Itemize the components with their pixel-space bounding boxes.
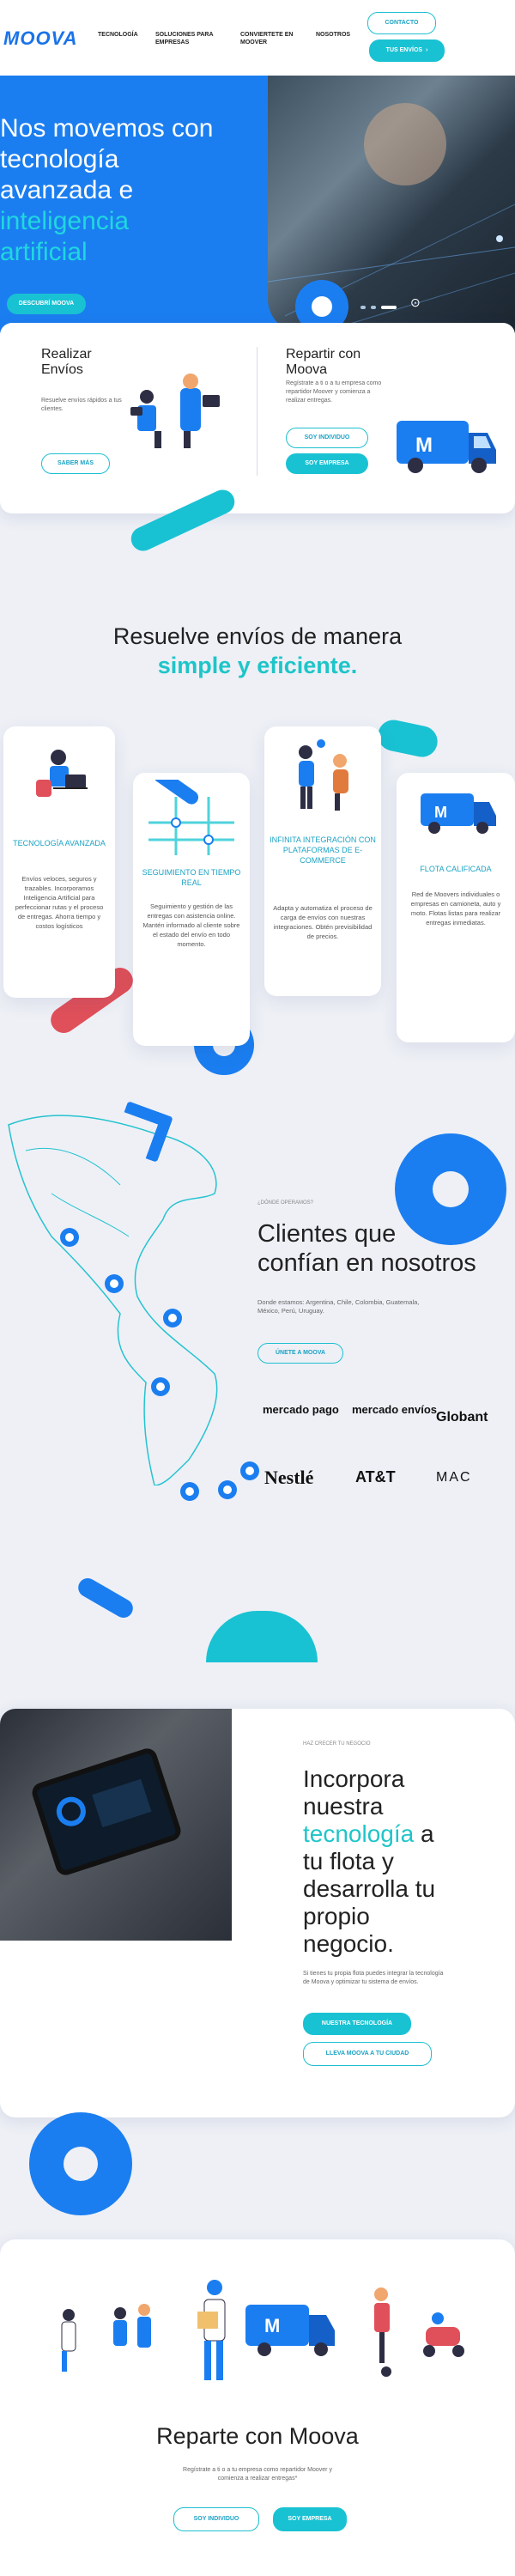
feature-card-seguimiento: SEGUIMIENTO EN TIEMPO REAL Seguimiento y… [133,773,250,1046]
repartir-moova-desc: Regístrate a ti o a tu empresa como repa… [286,380,382,404]
repartir-moova-title: Repartir con Moova [286,347,361,377]
incorpora-title: Incorpora nuestra tecnología a tu flota … [303,1765,436,1957]
clients-kicker: ¿DÓNDE OPERAMOS? [258,1200,314,1206]
feature-card-integracion: INFINITA INTEGRACIÓN CON PLATAFORMAS DE … [264,726,381,996]
tus-envios-label: TUS ENVÍOS [385,47,423,53]
feature-desc: Envíos veloces, seguros y trazables. Inc… [15,875,104,930]
divider [257,347,258,476]
tus-envios-button[interactable]: TUS ENVÍOS › [369,39,445,62]
moova-van-illustration: M [421,793,496,834]
feature-title: TECNOLOGÍA AVANZADA [13,839,106,848]
realizar-envios-title: Realizar Envíos [41,347,92,377]
person-laptop-illustration [36,750,88,797]
incorpora-desc: Si tienes tu propia flota puedes integra… [303,1971,444,1985]
services-card: Realizar Envíos Resuelve envíos rápidos … [0,323,515,513]
map-pin-icon[interactable] [151,1377,170,1396]
map-pin-icon[interactable] [240,1461,259,1480]
clients-desc: Donde estamos: Argentina, Chile, Colombi… [258,1298,420,1315]
feature-title: FLOTA CALIFICADA [420,865,492,873]
reparte-title: Reparte con Moova [156,2423,359,2449]
couriers-illustration: M [61,2280,464,2380]
people-phones-illustration [130,374,220,448]
nav-soluciones[interactable]: SOLUCIONES PARA EMPRESAS [155,31,215,46]
cyan-semicircle-decoration [206,1611,318,1662]
map-pin-icon[interactable] [218,1480,237,1499]
unete-moova-button[interactable]: ÚNETE A MOOVA [258,1343,343,1364]
clients-title: Clientes que confían en nosotros [258,1220,476,1277]
soy-empresa-button[interactable]: SOY EMPRESA [286,453,368,474]
warehouse-tablet-photo [0,1709,232,1941]
soy-individuo-button[interactable]: SOY INDIVIDUO [286,428,368,448]
att-logo: AT&T [355,1468,396,1485]
people-phones-illustration [299,739,348,811]
resuelve-subtitle: simple y eficiente. [157,653,358,678]
mercadoenvios-logo: mercado envíos [352,1403,437,1416]
soy-individuo-button[interactable]: SOY INDIVIDUO [173,2507,259,2531]
map-pin-icon[interactable] [180,1482,199,1501]
incorpora-card: HAZ CRECER TU NEGOCIO Incorpora nuestra … [0,1709,515,2117]
contact-button[interactable]: CONTACTO [367,12,436,34]
reparte-card: M Reparte con Moova Regístrate a ti o a … [0,2239,515,2576]
realizar-envios-desc: Resuelve envíos rápidos a tus clientes. [41,398,122,412]
nav-tecnologia[interactable]: TECNOLOGÍA [98,31,138,39]
feature-desc: Adapta y automatiza el proceso de carga … [273,904,373,940]
blue-pill-decoration [75,1574,136,1622]
resuelve-title: Resuelve envíos de manera [112,623,403,649]
mercadopago-logo: mercado pago [263,1403,339,1416]
descubri-moova-button[interactable]: DESCUBRÍ MOOVA [7,294,86,314]
soy-empresa-button[interactable]: SOY EMPRESA [273,2507,347,2531]
feature-title: SEGUIMIENTO EN TIEMPO REAL [142,868,241,887]
globant-logo: Globant [436,1410,488,1425]
svg-text:M: M [434,804,447,821]
route-map-illustration [148,780,234,855]
map-pin-icon[interactable] [60,1228,79,1247]
map-pin-icon[interactable] [105,1274,124,1293]
chevron-right-icon: › [424,47,428,53]
saber-mas-button[interactable]: SABER MÁS [41,453,110,474]
svg-text:M: M [415,434,433,457]
lleva-moova-button[interactable]: LLEVA MOOVA A TU CIUDAD [303,2042,432,2066]
feature-title: INFINITA INTEGRACIÓN CON PLATAFORMAS DE … [270,835,376,865]
site-header: MOOVA TECNOLOGÍA SOLUCIONES PARA EMPRESA… [0,0,515,76]
incorpora-kicker: HAZ CRECER TU NEGOCIO [303,1741,371,1747]
svg-text:M: M [264,2315,280,2336]
feature-desc: Red de Moovers individuales o empresas e… [410,890,501,927]
reparte-desc: Regístrate a ti o a tu empresa como repa… [183,2467,332,2482]
moova-van-illustration: M [397,421,496,473]
nav-nosotros[interactable]: NOSOTROS [316,31,350,39]
hero-title: Nos movemos con tecnología avanzada e in… [0,114,214,266]
hero-section: Nos movemos con tecnología avanzada e in… [0,76,515,333]
feature-card-flota: M FLOTA CALIFICADA Red de Moovers indivi… [397,773,515,1042]
feature-card-tecnologia: TECNOLOGÍA AVANZADA Envíos veloces, segu… [3,726,115,998]
mac-logo: MAC [436,1470,472,1485]
map-pin-icon[interactable] [163,1309,182,1327]
nuestra-tecnologia-button[interactable]: NUESTRA TECNOLOGÍA [303,2013,411,2035]
nestle-logo: Nestlé [264,1467,314,1488]
moova-logo[interactable]: MOOVA [3,27,77,50]
location-pin-icon: ⊙ [410,295,421,309]
feature-desc: Seguimiento y gestión de las entregas co… [142,902,240,948]
cyan-pill-decoration-2 [375,717,440,760]
blue-circle-decoration-2 [29,2112,132,2215]
nav-moover[interactable]: CONVIERTETE EN MOOVER [240,31,300,46]
